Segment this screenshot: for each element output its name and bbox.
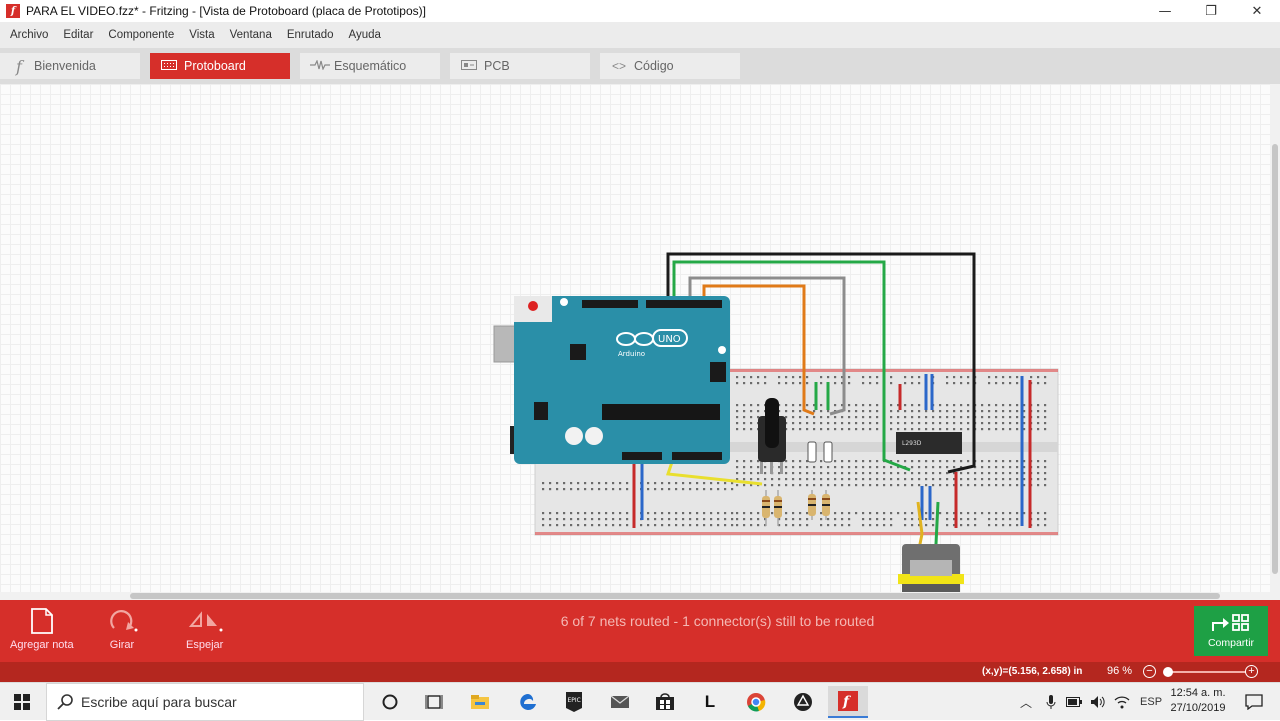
- menu-archivo[interactable]: Archivo: [4, 29, 54, 41]
- volume-icon[interactable]: [1090, 695, 1106, 709]
- svg-text:L293D: L293D: [902, 440, 922, 447]
- fritzing-taskbar-icon[interactable]: f: [828, 686, 868, 718]
- tab-label: Código: [634, 59, 674, 73]
- schematic-icon: [310, 59, 330, 73]
- close-button[interactable]: ✕: [1234, 0, 1280, 22]
- windows-taskbar: Escribe aquí para buscar EPIC L f ︿ ESP: [0, 682, 1280, 721]
- tab-label: Esquemático: [334, 59, 407, 73]
- menu-ayuda[interactable]: Ayuda: [343, 29, 387, 41]
- chrome-icon[interactable]: [736, 686, 776, 718]
- store-icon[interactable]: [645, 686, 685, 718]
- clock[interactable]: 12:54 a. m. 27/10/2019: [1170, 686, 1226, 716]
- notifications-icon[interactable]: [1234, 686, 1274, 718]
- fritzing-f-icon: f: [16, 56, 22, 76]
- routing-status: 6 of 7 nets routed - 1 connector(s) stil…: [560, 613, 875, 629]
- menu-editar[interactable]: Editar: [57, 29, 99, 41]
- file-explorer-icon[interactable]: [460, 686, 500, 718]
- zoom-in-button[interactable]: +: [1245, 665, 1258, 678]
- tab-label: Bienvenida: [34, 59, 96, 73]
- vertical-scrollbar[interactable]: [1270, 84, 1280, 592]
- wifi-icon[interactable]: [1114, 695, 1130, 709]
- tab-esquematico[interactable]: Esquemático: [300, 53, 440, 79]
- menu-bar: Archivo Editar Componente Vista Ventana …: [0, 22, 1280, 48]
- unity-icon[interactable]: [783, 686, 823, 718]
- title-bar: f PARA EL VIDEO.fzz* - Fritzing - [Vista…: [0, 0, 1280, 22]
- l-app-icon[interactable]: L: [690, 686, 730, 718]
- menu-enrutado[interactable]: Enrutado: [281, 29, 340, 41]
- tab-protoboard[interactable]: Protoboard: [150, 53, 290, 79]
- tab-codigo[interactable]: <> Código: [600, 53, 740, 79]
- cortana-icon[interactable]: [370, 686, 410, 718]
- pcb-icon: [460, 59, 478, 73]
- svg-text:EPIC: EPIC: [568, 697, 581, 704]
- breadboard-canvas[interactable]: fritzing: [0, 84, 1270, 664]
- restore-button[interactable]: ❐: [1188, 0, 1234, 22]
- minimize-button[interactable]: —: [1142, 0, 1188, 22]
- horizontal-scrollbar[interactable]: [0, 592, 1280, 600]
- tab-label: PCB: [484, 59, 510, 73]
- zoom-level: 96 %: [1107, 665, 1133, 677]
- system-tray: ︿ ESP: [1020, 683, 1162, 721]
- share-icon: [1212, 614, 1249, 631]
- tab-pcb[interactable]: PCB: [450, 53, 590, 79]
- epic-games-icon[interactable]: EPIC: [554, 686, 594, 718]
- battery-icon[interactable]: [1066, 697, 1083, 707]
- breadboard-icon: [160, 59, 178, 73]
- cursor-coordinates: (x,y)=(5.156, 2.658) in: [982, 666, 1083, 677]
- zoom-out-button[interactable]: −: [1143, 665, 1156, 678]
- taskbar-search[interactable]: Escribe aquí para buscar: [46, 683, 364, 721]
- windows-icon: [14, 694, 30, 710]
- code-icon: <>: [611, 59, 626, 73]
- task-view-icon[interactable]: [414, 686, 454, 718]
- menu-vista[interactable]: Vista: [183, 29, 220, 41]
- tab-bienvenida[interactable]: f Bienvenida: [0, 53, 140, 79]
- zoom-slider[interactable]: [1163, 667, 1246, 677]
- microphone-icon[interactable]: [1046, 694, 1056, 710]
- status-bar: (x,y)=(5.156, 2.658) in 96 % − +: [0, 662, 1280, 682]
- l293d-chip[interactable]: L293D: [896, 432, 962, 454]
- mail-icon[interactable]: [600, 686, 640, 718]
- menu-ventana[interactable]: Ventana: [224, 29, 278, 41]
- chevron-up-icon[interactable]: ︿: [1020, 694, 1032, 711]
- language-indicator[interactable]: ESP: [1140, 696, 1162, 708]
- search-icon: [57, 694, 73, 710]
- menu-componente[interactable]: Componente: [102, 29, 180, 41]
- view-tab-bar: f Bienvenida Protoboard Esquemático PCB …: [0, 48, 1280, 84]
- arduino-uno-board[interactable]: UNO Arduino: [493, 296, 730, 464]
- svg-text:UNO: UNO: [658, 334, 681, 345]
- bottom-toolbar: Agregar nota Girar Espejar 6 of 7 nets r…: [0, 600, 1280, 662]
- tab-label: Protoboard: [184, 59, 246, 73]
- edge-icon[interactable]: [508, 686, 548, 718]
- window-title: PARA EL VIDEO.fzz* - Fritzing - [Vista d…: [26, 4, 426, 18]
- share-button[interactable]: Compartir: [1194, 606, 1268, 656]
- svg-text:Arduino: Arduino: [618, 350, 645, 358]
- fritzing-app-icon: f: [6, 4, 20, 18]
- start-button[interactable]: [0, 683, 44, 721]
